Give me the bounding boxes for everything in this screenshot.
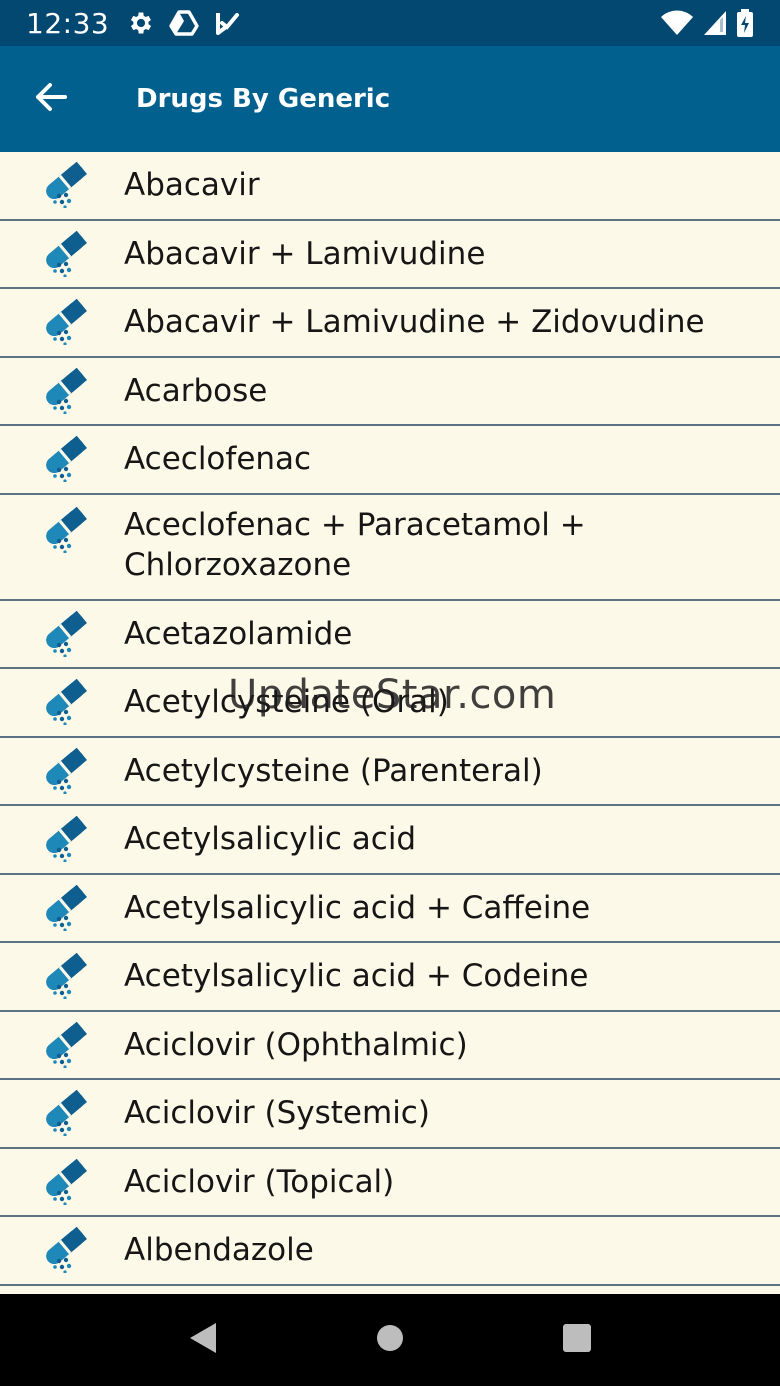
- battery-icon: [736, 8, 754, 38]
- list-item[interactable]: Acetylsalicylic acid + Codeine: [0, 943, 780, 1012]
- play-icon: [213, 9, 241, 37]
- list-item[interactable]: Acetylcysteine (Parenteral): [0, 738, 780, 806]
- capsule-icon: [0, 367, 124, 414]
- capsule-icon: [0, 299, 124, 346]
- list-item[interactable]: Acetylcysteine (Oral): [0, 669, 780, 738]
- wifi-icon: [660, 9, 694, 37]
- capsule-icon: [0, 679, 124, 726]
- drug-name: Acetylsalicylic acid: [124, 821, 417, 858]
- capsule-icon: [0, 953, 124, 1000]
- capsule-icon: [0, 436, 124, 483]
- drug-name: Aceclofenac: [124, 441, 312, 478]
- recents-square-icon: [562, 1323, 592, 1358]
- drug-name: Aceclofenac + Paracetamol + Chlorzoxazon…: [124, 506, 586, 583]
- status-icons-left: [127, 9, 241, 37]
- signal-icon: [702, 9, 728, 37]
- page-title: Drugs By Generic: [136, 84, 391, 114]
- list-item[interactable]: Abacavir + Lamivudine + Zidovudine: [0, 289, 780, 358]
- app-bar: Drugs By Generic: [0, 46, 780, 152]
- drug-name: Aciclovir (Ophthalmic): [124, 1026, 468, 1063]
- capsule-icon: [0, 230, 124, 277]
- arrow-left-icon: [34, 82, 68, 117]
- list-item[interactable]: Acetylsalicylic acid + Caffeine: [0, 875, 780, 943]
- settings-icon: [127, 9, 155, 37]
- capsule-icon: [0, 1227, 124, 1274]
- drug-name: Aciclovir (Systemic): [124, 1095, 430, 1132]
- nav-bar: [0, 1294, 780, 1386]
- drug-name: Abacavir: [124, 167, 260, 204]
- drug-list[interactable]: Abacavir Abacavir + Lamivudine Abacavir + …: [0, 152, 780, 1294]
- drug-name: Acetylsalicylic acid + Codeine: [124, 958, 589, 995]
- capsule-icon: [0, 816, 124, 863]
- nav-recents-button[interactable]: [547, 1310, 607, 1370]
- list-item[interactable]: Aciclovir (Systemic): [0, 1080, 780, 1149]
- list-item[interactable]: Acarbose: [0, 358, 780, 426]
- status-bar: 12:33: [0, 0, 780, 46]
- capsule-icon: [0, 1158, 124, 1205]
- list-item[interactable]: Acetylsalicylic acid: [0, 806, 780, 875]
- back-triangle-icon: [188, 1321, 218, 1360]
- capsule-icon: [0, 505, 124, 553]
- drug-name: Acetazolamide: [124, 615, 353, 652]
- list-item[interactable]: Albendazole: [0, 1217, 780, 1286]
- back-button[interactable]: [0, 46, 108, 152]
- list-item[interactable]: Aciclovir (Ophthalmic): [0, 1012, 780, 1080]
- capsule-icon: [0, 610, 124, 657]
- drug-name: Acetylcysteine (Oral): [124, 684, 449, 721]
- capsule-icon: [0, 1090, 124, 1137]
- status-time: 12:33: [26, 6, 110, 40]
- list-item[interactable]: Aciclovir (Topical): [0, 1149, 780, 1217]
- drug-name: Aciclovir (Topical): [124, 1163, 395, 1200]
- list-item[interactable]: Aceclofenac + Paracetamol + Chlorzoxazon…: [0, 495, 780, 601]
- nav-back-button[interactable]: [173, 1310, 233, 1370]
- status-icons-right: [660, 8, 754, 38]
- drug-name: Acetylcysteine (Parenteral): [124, 752, 543, 789]
- capsule-icon: [0, 747, 124, 794]
- drug-name: Abacavir + Lamivudine: [124, 235, 486, 272]
- nav-home-button[interactable]: [360, 1310, 420, 1370]
- home-circle-icon: [375, 1323, 405, 1358]
- capsule-icon: [0, 884, 124, 931]
- list-item[interactable]: Abacavir: [0, 152, 780, 221]
- capsule-icon: [0, 162, 124, 209]
- list-item[interactable]: Abacavir + Lamivudine: [0, 221, 780, 289]
- drug-name: Albendazole: [124, 1232, 314, 1269]
- drug-name: Acarbose: [124, 372, 268, 409]
- drug-name: Acetylsalicylic acid + Caffeine: [124, 889, 591, 926]
- drive-icon: [169, 9, 199, 37]
- list-item[interactable]: Acetazolamide: [0, 601, 780, 669]
- list-item[interactable]: Aceclofenac: [0, 426, 780, 495]
- drug-name: Abacavir + Lamivudine + Zidovudine: [124, 304, 705, 341]
- capsule-icon: [0, 1021, 124, 1068]
